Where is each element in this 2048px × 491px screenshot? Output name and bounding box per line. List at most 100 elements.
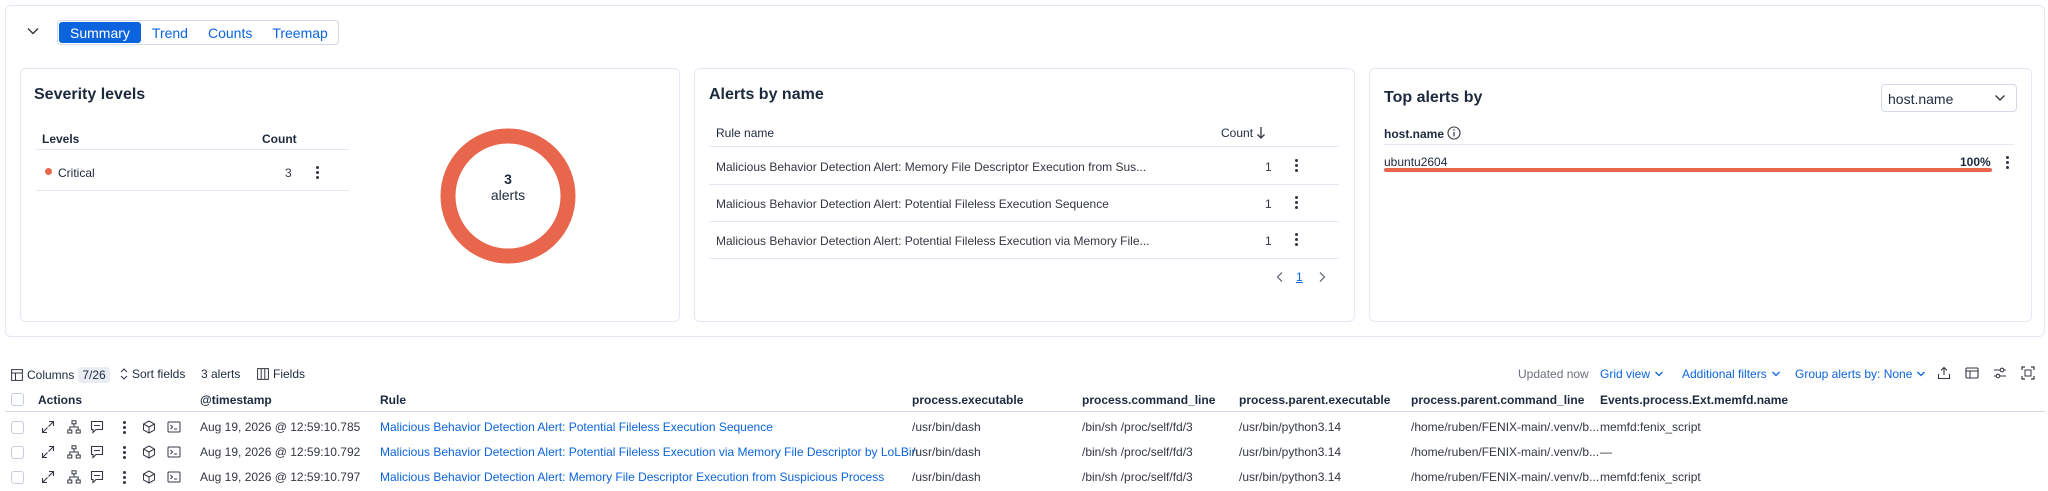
- terminal-button[interactable]: [166, 444, 182, 460]
- comment-icon: [90, 445, 104, 459]
- alert-rule-name: Malicious Behavior Detection Alert: Pote…: [716, 197, 1109, 211]
- process-parent-command-line-cell: /home/ruben/FENIX-main/.venv/b...: [1411, 420, 1600, 434]
- select-all-checkbox[interactable]: [11, 393, 24, 406]
- process-command-line-column-header[interactable]: process.command_line: [1082, 393, 1215, 407]
- additional-filters-button[interactable]: Additional filters: [1682, 367, 1781, 381]
- alerts-count: 3 alerts: [201, 367, 241, 381]
- pagination-prev-icon[interactable]: [1275, 271, 1285, 283]
- row-actions-kebab-icon[interactable]: [2005, 156, 2009, 169]
- pagination-page[interactable]: 1: [1296, 270, 1303, 284]
- settings-sliders-icon[interactable]: [1993, 366, 2007, 380]
- add-note-button[interactable]: [89, 444, 105, 460]
- chevron-down-icon: [1995, 95, 2005, 101]
- alerts-by-name-title: Alerts by name: [709, 86, 824, 103]
- rule-name-link[interactable]: Malicious Behavior Detection Alert: Memo…: [380, 470, 884, 484]
- terminal-icon: [167, 446, 181, 458]
- pagination-next-icon[interactable]: [1317, 271, 1327, 283]
- add-note-button[interactable]: [89, 419, 105, 435]
- count-column-header: Count: [262, 132, 297, 146]
- tab-summary[interactable]: Summary: [59, 22, 141, 43]
- group-alerts-label: Group alerts by: None: [1795, 367, 1913, 381]
- alert-rule-name: Malicious Behavior Detection Alert: Pote…: [716, 234, 1150, 248]
- rule-column-header[interactable]: Rule: [380, 393, 406, 407]
- critical-dot-icon: [45, 168, 52, 175]
- row-actions-kebab-icon[interactable]: [315, 166, 319, 179]
- tab-counts[interactable]: Counts: [198, 21, 262, 44]
- sort-arrow-down-icon[interactable]: [1256, 126, 1266, 140]
- top-alert-bar-fill: [1384, 168, 1992, 172]
- grid-view-label: Grid view: [1600, 367, 1651, 381]
- memfd-name-cell: memfd:fenix_script: [1600, 470, 1701, 484]
- grid-view-button[interactable]: Grid view: [1600, 367, 1664, 381]
- process-parent-executable-cell: /usr/bin/python3.14: [1239, 420, 1342, 434]
- process-executable-cell: /usr/bin/dash: [912, 445, 981, 459]
- group-field-select[interactable]: host.name: [1881, 84, 2017, 112]
- process-parent-executable-column-header[interactable]: process.parent.executable: [1239, 393, 1390, 407]
- tab-treemap[interactable]: Treemap: [262, 21, 338, 44]
- rule-name-link[interactable]: Malicious Behavior Detection Alert: Pote…: [380, 420, 773, 434]
- count-column-header[interactable]: Count: [1221, 126, 1253, 140]
- row-select-checkbox[interactable]: [11, 471, 24, 484]
- row-actions-kebab-icon[interactable]: [1294, 196, 1298, 209]
- tab-trend[interactable]: Trend: [142, 21, 198, 44]
- fullscreen-icon[interactable]: [2021, 366, 2035, 380]
- chevron-down-icon: [1917, 371, 1926, 377]
- row-select-checkbox[interactable]: [11, 421, 24, 434]
- rule-name-column-header[interactable]: Rule name: [716, 126, 774, 140]
- sort-fields-button[interactable]: Sort fields: [120, 367, 185, 381]
- session-view-button[interactable]: [141, 444, 157, 460]
- cube-icon: [143, 445, 155, 459]
- view-tabs: Summary Trend Counts Treemap: [57, 20, 339, 45]
- timestamp-column-header[interactable]: @timestamp: [200, 393, 272, 407]
- export-icon[interactable]: [1937, 366, 1951, 380]
- session-view-button[interactable]: [141, 419, 157, 435]
- donut-total-value: 3: [504, 171, 512, 187]
- process-executable-cell: /usr/bin/dash: [912, 470, 981, 484]
- process-executable-column-header[interactable]: process.executable: [912, 393, 1023, 407]
- analyze-event-button[interactable]: [66, 419, 82, 435]
- expand-event-button[interactable]: [40, 469, 56, 485]
- fields-button[interactable]: Fields: [257, 367, 305, 381]
- process-executable-cell: /usr/bin/dash: [912, 420, 981, 434]
- columns-button[interactable]: Columns 7/26: [11, 367, 110, 383]
- severity-count: 3: [285, 166, 292, 180]
- top-alerts-title: Top alerts by: [1384, 89, 1483, 106]
- analyze-event-button[interactable]: [66, 444, 82, 460]
- process-tree-icon: [67, 470, 81, 484]
- expand-event-button[interactable]: [40, 419, 56, 435]
- expand-event-button[interactable]: [40, 444, 56, 460]
- columns-count-badge: 7/26: [78, 367, 110, 383]
- divider: [709, 221, 1339, 222]
- levels-column-header: Levels: [42, 132, 80, 146]
- session-view-button[interactable]: [141, 469, 157, 485]
- process-parent-command-line-cell: /home/ruben/FENIX-main/.venv/b...: [1411, 470, 1600, 484]
- row-actions-kebab-icon[interactable]: [1294, 233, 1298, 246]
- additional-filters-label: Additional filters: [1682, 367, 1767, 381]
- memfd-name-cell: memfd:fenix_script: [1600, 420, 1701, 434]
- process-parent-command-line-column-header[interactable]: process.parent.command_line: [1411, 393, 1584, 407]
- add-note-button[interactable]: [89, 469, 105, 485]
- donut-total-label: alerts: [490, 187, 526, 203]
- row-actions-kebab-icon[interactable]: [1294, 159, 1298, 172]
- alert-rule-count: 1: [1265, 197, 1272, 211]
- row-more-actions-kebab-icon[interactable]: [122, 446, 126, 459]
- memfd-name-column-header[interactable]: Events.process.Ext.memfd.name: [1600, 393, 1788, 407]
- process-command-line-cell: /bin/sh /proc/self/fd/3: [1082, 420, 1193, 434]
- chevron-down-icon: [27, 28, 39, 35]
- rule-name-link[interactable]: Malicious Behavior Detection Alert: Pote…: [380, 445, 918, 459]
- alerts-by-name-card: [694, 68, 1355, 322]
- analyze-event-button[interactable]: [66, 469, 82, 485]
- row-select-checkbox[interactable]: [11, 446, 24, 459]
- table-row: Aug 19, 2026 @ 12:59:10.797 Malicious Be…: [0, 465, 2048, 490]
- group-alerts-button[interactable]: Group alerts by: None: [1795, 367, 1926, 381]
- full-screen-table-icon[interactable]: [1965, 366, 1979, 380]
- row-more-actions-kebab-icon[interactable]: [122, 471, 126, 484]
- top-alert-host-name: ubuntu2604: [1384, 155, 1448, 169]
- row-more-actions-kebab-icon[interactable]: [122, 421, 126, 434]
- collapse-toggle[interactable]: [24, 22, 42, 40]
- info-icon[interactable]: [1447, 126, 1461, 140]
- expand-icon: [41, 470, 55, 484]
- terminal-button[interactable]: [166, 469, 182, 485]
- process-parent-executable-cell: /usr/bin/python3.14: [1239, 470, 1342, 484]
- terminal-button[interactable]: [166, 419, 182, 435]
